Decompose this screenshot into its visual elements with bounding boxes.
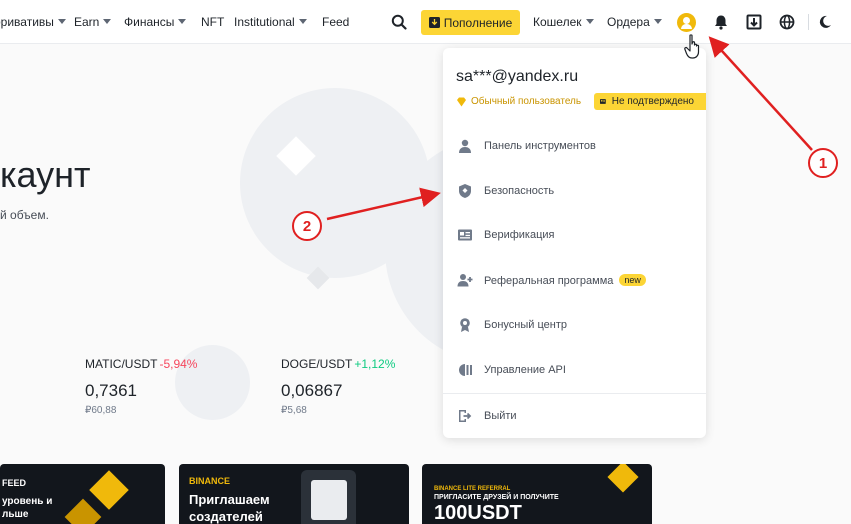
add-user-icon [457, 274, 473, 287]
chevron-down-icon [103, 19, 112, 24]
bell-icon[interactable] [713, 14, 729, 30]
search-icon[interactable] [391, 14, 407, 30]
chevron-down-icon [298, 19, 307, 24]
new-badge: new [619, 273, 646, 286]
medal-icon [460, 318, 470, 332]
menu-item-verification[interactable]: Верификация [443, 217, 706, 253]
annotation-arrow-1 [708, 36, 813, 151]
ticker-fiat-price: ₽60,88 [85, 405, 117, 416]
divider [808, 14, 809, 30]
shield-icon [459, 184, 471, 198]
decoration [89, 470, 129, 510]
promo-banner-feed[interactable]: FEED уровень и льше [0, 464, 165, 524]
chevron-down-icon [57, 19, 66, 24]
decoration [607, 464, 639, 493]
nav-institutional[interactable]: Institutional [234, 15, 307, 29]
nav-derivatives[interactable]: оривативы [0, 15, 66, 29]
globe-icon[interactable] [779, 14, 795, 30]
nav-wallet[interactable]: Кошелек [533, 15, 594, 29]
annotation-badge-2: 2 [292, 211, 322, 241]
hero-subtitle: й объем. [0, 208, 49, 222]
logout-icon [459, 410, 472, 422]
deposit-button[interactable]: Пополнение [421, 10, 520, 35]
menu-item-dashboard[interactable]: Панель инструментов [443, 128, 706, 164]
promo-banner-creators[interactable]: BINANCE Приглашаем создателей [179, 464, 409, 524]
verification-status-badge[interactable]: Не подтверждено [594, 93, 706, 110]
ticker-card[interactable]: DOGE/USDT +1,12% 0,06867 ₽5,68 [281, 355, 395, 416]
nav-nft[interactable]: NFT [201, 15, 224, 29]
ticker-pair: MATIC/USDT [85, 357, 158, 371]
menu-item-referral[interactable]: Реферальная программа new [443, 262, 706, 298]
nav-earn[interactable]: Earn [74, 15, 112, 29]
ticker-price: 0,06867 [281, 381, 343, 400]
hero-title: каунт [0, 154, 91, 195]
user-avatar-icon[interactable] [677, 13, 696, 32]
ticker-change: +1,12% [354, 357, 396, 371]
nav-feed[interactable]: Feed [322, 15, 349, 29]
menu-item-security[interactable]: Безопасность [443, 173, 706, 209]
decoration [64, 498, 102, 524]
nav-orders[interactable]: Ордера [607, 15, 662, 29]
hand-cursor-icon [684, 34, 700, 59]
id-card-icon [458, 229, 472, 241]
user-type-label: Обычный пользователь [456, 96, 581, 107]
chevron-down-icon [178, 19, 187, 24]
menu-item-logout[interactable]: Выйти [443, 398, 706, 434]
ticker-card[interactable]: MATIC/USDT -5,94% 0,7361 ₽60,88 [85, 355, 197, 416]
phone-screen [311, 480, 347, 520]
nav-finance[interactable]: Финансы [124, 15, 187, 29]
api-icon [459, 364, 472, 376]
top-navigation: оривативы Earn Финансы NFT Institutional… [0, 0, 851, 44]
binance-logo: BINANCE [189, 476, 231, 486]
annotation-badge-1: 1 [808, 148, 838, 178]
user-icon [459, 139, 471, 153]
menu-item-bonus-center[interactable]: Бонусный центр [443, 307, 706, 343]
ticker-change: -5,94% [159, 357, 198, 371]
account-dropdown-menu: sa***@yandex.ru Обычный пользователь Не … [443, 48, 706, 438]
id-card-icon [600, 99, 606, 104]
ticker-price: 0,7361 [85, 381, 137, 400]
download-app-icon[interactable] [746, 14, 762, 30]
ticker-fiat-price: ₽5,68 [281, 405, 307, 416]
menu-divider [443, 393, 706, 394]
menu-item-api-management[interactable]: Управление API [443, 352, 706, 388]
download-icon [428, 17, 440, 28]
chevron-down-icon [653, 19, 662, 24]
ticker-pair: DOGE/USDT [281, 357, 353, 371]
chevron-down-icon [585, 19, 594, 24]
moon-icon[interactable] [817, 14, 833, 30]
account-email: sa***@yandex.ru [456, 68, 579, 85]
promo-banner-referral[interactable]: BINANCE LITE REFERRAL ПРИГЛАСИТЕ ДРУЗЕЙ … [422, 464, 652, 524]
diamond-icon [457, 97, 466, 106]
